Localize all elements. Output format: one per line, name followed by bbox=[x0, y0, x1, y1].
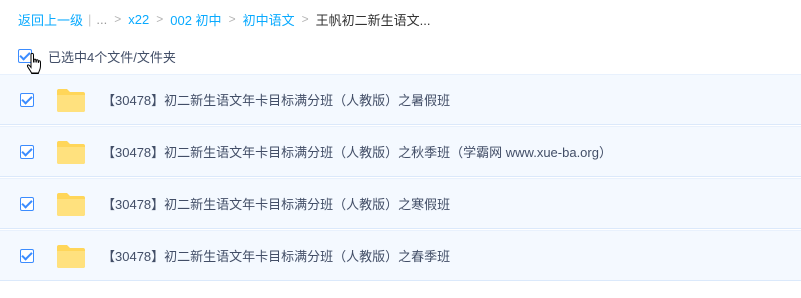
breadcrumb-item-x22[interactable]: x22 bbox=[128, 12, 149, 27]
folder-icon bbox=[57, 140, 85, 164]
file-name[interactable]: 【30478】初二新生语文年卡目标满分班（人教版）之春季班 bbox=[102, 246, 450, 265]
file-list: 【30478】初二新生语文年卡目标满分班（人教版）之暑假班 【30478】初二新… bbox=[0, 74, 801, 282]
breadcrumb-item-002[interactable]: 002 初中 bbox=[170, 10, 221, 29]
row-checkbox[interactable] bbox=[20, 248, 34, 263]
file-name[interactable]: 【30478】初二新生语文年卡目标满分班（人教版）之秋季班（学霸网 www.xu… bbox=[102, 142, 612, 161]
folder-icon bbox=[57, 244, 85, 268]
folder-icon bbox=[57, 88, 85, 112]
breadcrumb-item-chinese[interactable]: 初中语文 bbox=[243, 10, 295, 29]
breadcrumb: 返回上一级 | ... > x22 > 002 初中 > 初中语文 > 王帆初二… bbox=[18, 9, 430, 29]
breadcrumb-divider: | bbox=[88, 11, 92, 27]
chevron-right-icon: > bbox=[114, 12, 122, 26]
selection-count-label: 已选中4个文件/文件夹 bbox=[48, 49, 176, 65]
breadcrumb-current: 王帆初二新生语文... bbox=[315, 12, 431, 28]
chevron-right-icon: > bbox=[156, 12, 164, 26]
select-all-checkbox[interactable] bbox=[18, 49, 32, 63]
breadcrumb-ellipsis[interactable]: ... bbox=[96, 12, 107, 27]
chevron-right-icon: > bbox=[301, 12, 309, 26]
row-checkbox[interactable] bbox=[20, 92, 34, 107]
back-link[interactable]: 返回上一级 bbox=[18, 10, 83, 29]
file-name[interactable]: 【30478】初二新生语文年卡目标满分班（人教版）之暑假班 bbox=[102, 90, 450, 109]
selection-header: 已选中4个文件/文件夹 bbox=[18, 46, 176, 66]
row-checkbox[interactable] bbox=[20, 144, 34, 159]
list-item[interactable]: 【30478】初二新生语文年卡目标满分班（人教版）之暑假班 bbox=[0, 74, 801, 125]
list-item[interactable]: 【30478】初二新生语文年卡目标满分班（人教版）之秋季班（学霸网 www.xu… bbox=[0, 126, 801, 177]
row-checkbox[interactable] bbox=[20, 196, 34, 211]
file-name[interactable]: 【30478】初二新生语文年卡目标满分班（人教版）之寒假班 bbox=[102, 194, 450, 213]
chevron-right-icon: > bbox=[228, 12, 236, 26]
list-item[interactable]: 【30478】初二新生语文年卡目标满分班（人教版）之寒假班 bbox=[0, 178, 801, 229]
folder-icon bbox=[57, 192, 85, 216]
list-item[interactable]: 【30478】初二新生语文年卡目标满分班（人教版）之春季班 bbox=[0, 230, 801, 281]
